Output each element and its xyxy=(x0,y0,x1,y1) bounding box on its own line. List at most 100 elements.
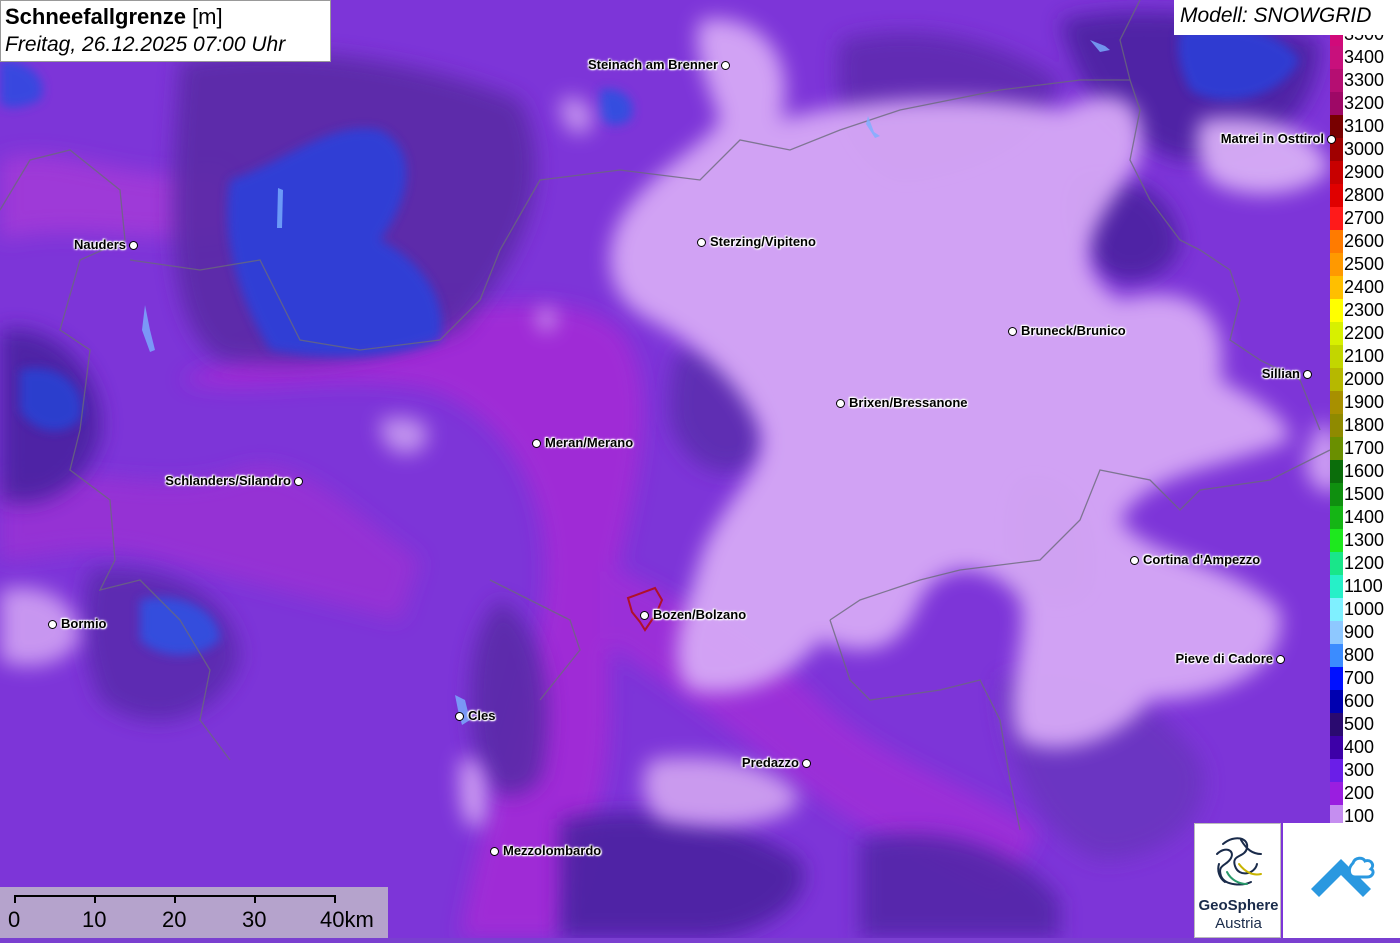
map-datetime: Freitag, 26.12.2025 07:00 Uhr xyxy=(5,33,286,56)
legend-swatch xyxy=(1330,782,1343,805)
legend-row: 1100 xyxy=(1330,575,1400,598)
legend-row: 3500 xyxy=(1330,35,1400,46)
legend-swatch xyxy=(1330,506,1343,529)
legend-value: 900 xyxy=(1344,622,1375,642)
legend-value: 1600 xyxy=(1344,461,1385,481)
legend-value: 3100 xyxy=(1344,116,1385,136)
legend-row: 1800 xyxy=(1330,414,1400,437)
city-dot xyxy=(1130,556,1139,565)
legend-value: 2200 xyxy=(1344,323,1385,343)
legend-swatch xyxy=(1330,483,1343,506)
city-label: Bruneck/Brunico xyxy=(1021,323,1126,338)
city-label: Sillian xyxy=(1261,366,1300,381)
city-label: Brixen/Bressanone xyxy=(849,395,968,410)
city-label: Sterzing/Vipiteno xyxy=(710,234,816,249)
legend-row: 100 xyxy=(1330,805,1400,824)
scale-label: 10 xyxy=(82,907,107,932)
city-label: Pieve di Cadore xyxy=(1175,651,1273,666)
legend-row: 900 xyxy=(1330,621,1400,644)
legend-swatch xyxy=(1330,414,1343,437)
legend-row: 800 xyxy=(1330,644,1400,667)
legend-value: 2400 xyxy=(1344,277,1385,297)
legend-swatch xyxy=(1330,805,1343,824)
legend-swatch xyxy=(1330,184,1343,207)
snowfall-line-map[interactable] xyxy=(0,0,1400,938)
city-dot xyxy=(48,620,57,629)
legend-row: 3000 xyxy=(1330,138,1400,161)
legend-row: 1700 xyxy=(1330,437,1400,460)
city-label: Cortina d'Ampezzo xyxy=(1143,552,1261,567)
city-dot xyxy=(836,399,845,408)
city-label: Cles xyxy=(468,708,496,723)
legend-row: 2000 xyxy=(1330,368,1400,391)
city-dot xyxy=(455,712,464,721)
legend-value: 3400 xyxy=(1344,47,1385,67)
legend-swatch xyxy=(1330,759,1343,782)
legend-row: 200 xyxy=(1330,782,1400,805)
legend-value: 3500 xyxy=(1343,35,1384,43)
city-label: Nauders xyxy=(73,237,126,252)
legend-row: 400 xyxy=(1330,736,1400,759)
legend-swatch xyxy=(1330,322,1343,345)
city-dot xyxy=(697,238,706,247)
legend-swatch xyxy=(1330,460,1343,483)
legend-swatch xyxy=(1330,644,1343,667)
legend-row: 2100 xyxy=(1330,345,1400,368)
legend-swatch xyxy=(1330,391,1343,414)
scale-tick xyxy=(14,895,16,903)
legend-swatch xyxy=(1330,621,1343,644)
legend-row: 1200 xyxy=(1330,552,1400,575)
scale-label: 30 xyxy=(242,907,267,932)
legend-value: 1200 xyxy=(1344,553,1385,573)
city-dot xyxy=(1008,327,1017,336)
legend-swatch xyxy=(1330,713,1343,736)
legend-value: 300 xyxy=(1344,760,1375,780)
legend-swatch xyxy=(1330,35,1343,46)
legend-row: 2300 xyxy=(1330,299,1400,322)
scale-label: 20 xyxy=(162,907,187,932)
legend-swatch xyxy=(1330,92,1343,115)
legend-swatch xyxy=(1330,207,1343,230)
model-label: Modell: SNOWGRID xyxy=(1174,0,1400,35)
legend-value: 2500 xyxy=(1344,254,1385,274)
legend-value: 2100 xyxy=(1344,346,1385,366)
city-label: Meran/Merano xyxy=(545,435,634,450)
geosphere-logo-line2: Austria xyxy=(1215,915,1262,932)
geosphere-swirl-icon xyxy=(1216,837,1262,886)
legend-row: 1400 xyxy=(1330,506,1400,529)
city-label: Predazzo xyxy=(741,755,799,770)
legend-swatch xyxy=(1330,598,1343,621)
geosphere-austria-logo[interactable]: GeoSphere Austria xyxy=(1194,823,1281,938)
geosphere-logo-line1: GeoSphere xyxy=(1198,897,1279,914)
legend-row: 600 xyxy=(1330,690,1400,713)
city-label: Bormio xyxy=(61,616,107,631)
legend-swatch xyxy=(1330,575,1343,598)
partner-logo[interactable] xyxy=(1283,823,1400,938)
legend-row: 2500 xyxy=(1330,253,1400,276)
legend-swatch xyxy=(1330,276,1343,299)
legend-row: 300 xyxy=(1330,759,1400,782)
legend-swatch xyxy=(1330,667,1343,690)
map-title-box: Schneefallgrenze [m] Freitag, 26.12.2025… xyxy=(0,0,331,62)
legend-swatch xyxy=(1330,736,1343,759)
legend-value: 1900 xyxy=(1344,392,1385,412)
legend-swatch xyxy=(1330,368,1343,391)
legend-row: 1600 xyxy=(1330,460,1400,483)
legend-row: 3200 xyxy=(1330,92,1400,115)
legend-value: 700 xyxy=(1344,668,1375,688)
legend-row: 3400 xyxy=(1330,46,1400,69)
legend-row: 700 xyxy=(1330,667,1400,690)
legend-row: 2700 xyxy=(1330,207,1400,230)
city-label: Bozen/Bolzano xyxy=(653,607,747,622)
legend-value: 3000 xyxy=(1344,139,1385,159)
legend-value: 1100 xyxy=(1344,576,1383,596)
legend-swatch xyxy=(1330,552,1343,575)
legend-value: 1400 xyxy=(1344,507,1385,527)
legend-swatch xyxy=(1330,253,1343,276)
city-dot xyxy=(1276,655,1285,664)
city-dot xyxy=(721,61,730,70)
legend-swatch xyxy=(1330,437,1343,460)
scale-tick xyxy=(94,895,96,903)
city-label: Matrei in Osttirol xyxy=(1220,131,1324,146)
city-dot xyxy=(802,759,811,768)
